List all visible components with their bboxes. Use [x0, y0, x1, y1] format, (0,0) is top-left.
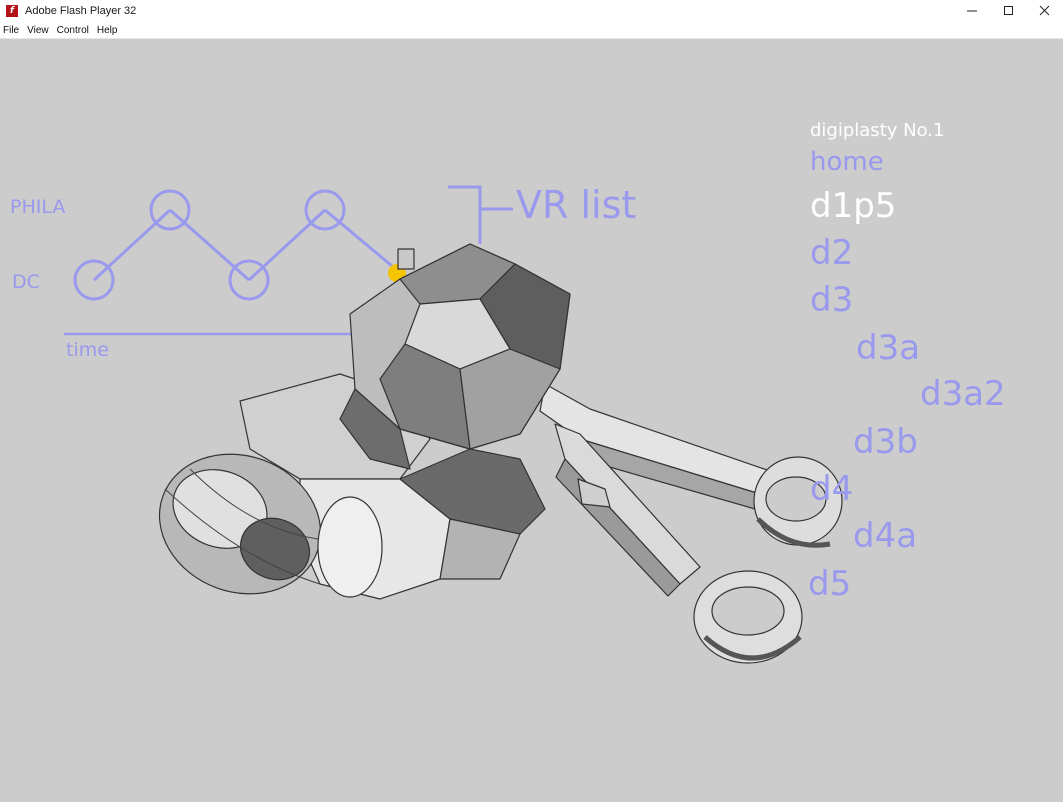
menu-view[interactable]: View [24, 25, 54, 36]
title-bar: f Adobe Flash Player 32 [0, 0, 1063, 22]
nav-d2[interactable]: d2 [810, 236, 853, 270]
close-icon[interactable] [1026, 0, 1063, 22]
nav-d3b[interactable]: d3b [853, 425, 918, 459]
menu-help[interactable]: Help [94, 25, 123, 36]
window-title: Adobe Flash Player 32 [25, 5, 137, 17]
site-title: digiplasty No.1 [810, 120, 945, 141]
model-cylinder [317, 496, 383, 598]
minimize-icon[interactable] [953, 0, 990, 22]
nav-d3a2[interactable]: d3a2 [920, 377, 1006, 411]
maximize-icon[interactable] [990, 0, 1027, 22]
nav-d4[interactable]: d4 [810, 472, 853, 506]
menu-bar: File View Control Help [0, 22, 1063, 39]
flash-app-icon: f [6, 5, 18, 17]
menu-file[interactable]: File [0, 25, 24, 36]
nav-d1p5[interactable]: d1p5 [810, 189, 896, 223]
nav-d5[interactable]: d5 [808, 567, 851, 601]
flash-stage: PHILA DC time VR list digiplasty No.1 ho… [0, 39, 1063, 802]
3d-model-viewport[interactable] [0, 39, 1063, 802]
menu-control[interactable]: Control [54, 25, 94, 36]
nav-home[interactable]: home [810, 149, 884, 175]
nav-d3[interactable]: d3 [810, 283, 853, 317]
nav-d3a[interactable]: d3a [856, 331, 920, 365]
nav-d4a[interactable]: d4a [853, 519, 917, 553]
